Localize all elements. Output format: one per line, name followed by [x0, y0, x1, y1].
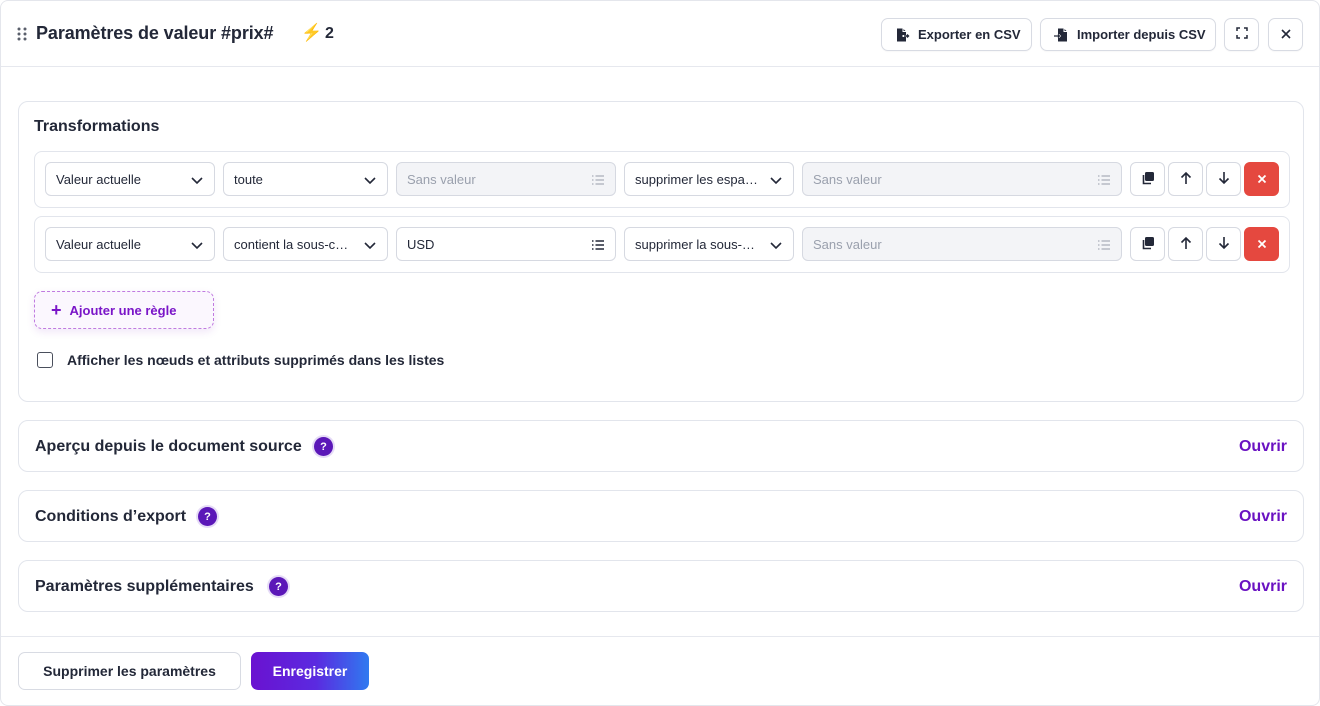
usage-count: 2	[325, 25, 334, 42]
chevron-down-icon	[363, 238, 377, 252]
export-csv-label: Exporter en CSV	[918, 27, 1021, 42]
drag-handle-icon[interactable]	[17, 27, 27, 41]
duplicate-rule-button[interactable]	[1130, 227, 1165, 261]
chevron-down-icon	[190, 238, 204, 252]
condition-value-text: USD	[407, 236, 435, 252]
show-deleted-label[interactable]: Afficher les nœuds et attributs supprimé…	[67, 352, 444, 368]
condition-select-value: toute	[234, 171, 263, 187]
condition-select[interactable]: contient la sous-c…	[223, 227, 388, 261]
export-csv-button[interactable]: Exporter en CSV	[881, 18, 1032, 51]
section-title: Aperçu depuis le document source	[35, 438, 302, 455]
move-up-button[interactable]	[1168, 162, 1203, 196]
modal-footer: Supprimer les paramètres Enregistrer	[1, 636, 1319, 705]
chevron-down-icon	[190, 173, 204, 187]
list-icon	[1097, 238, 1111, 252]
arrow-down-icon	[1218, 171, 1230, 188]
source-select-value: Valeur actuelle	[56, 236, 142, 252]
show-deleted-nodes-option: Afficher les nœuds et attributs supprimé…	[37, 352, 444, 368]
arrow-up-icon	[1180, 171, 1192, 188]
list-icon	[1097, 173, 1111, 187]
duplicate-rule-button[interactable]	[1130, 162, 1165, 196]
arrow-down-icon	[1218, 236, 1230, 253]
transformations-card: Transformations Valeur actuelle toute Sa…	[18, 101, 1304, 402]
close-button[interactable]	[1268, 18, 1303, 51]
modal-title: Paramètres de valeur #prix#	[36, 23, 274, 43]
copy-icon	[1141, 171, 1155, 188]
close-icon	[1257, 171, 1267, 187]
action-select[interactable]: supprimer la sous-…	[624, 227, 794, 261]
section-title: Conditions d’export	[35, 508, 187, 525]
transformation-rule-row: Valeur actuelle contient la sous-c… USD …	[34, 216, 1290, 273]
action-select[interactable]: supprimer les espa…	[624, 162, 794, 196]
list-icon	[591, 173, 605, 187]
plus-icon: +	[51, 300, 62, 320]
import-csv-label: Importer depuis CSV	[1077, 27, 1206, 42]
move-down-button[interactable]	[1206, 162, 1241, 196]
show-deleted-checkbox[interactable]	[37, 352, 53, 368]
transformations-title: Transformations	[34, 118, 160, 135]
copy-icon	[1141, 236, 1155, 253]
condition-select-value: contient la sous-c…	[234, 236, 349, 252]
move-up-button[interactable]	[1168, 227, 1203, 261]
close-icon	[1257, 236, 1267, 252]
move-down-button[interactable]	[1206, 227, 1241, 261]
open-section-link[interactable]: Ouvrir	[1239, 508, 1287, 526]
arrow-up-icon	[1180, 236, 1192, 253]
help-icon[interactable]: ?	[198, 507, 217, 526]
action-value-field: Sans valeur	[802, 227, 1122, 261]
section-additional-settings[interactable]: Paramètres supplémentaires ? Ouvrir	[18, 560, 1304, 612]
action-value-text: Sans valeur	[813, 171, 882, 187]
source-select[interactable]: Valeur actuelle	[45, 162, 215, 196]
source-select-value: Valeur actuelle	[56, 171, 142, 187]
action-value-field: Sans valeur	[802, 162, 1122, 196]
condition-select[interactable]: toute	[223, 162, 388, 196]
condition-value-text: Sans valeur	[407, 171, 476, 187]
chevron-down-icon	[363, 173, 377, 187]
expand-icon	[1235, 27, 1248, 42]
section-title: Paramètres supplémentaires	[35, 578, 254, 595]
add-rule-label: Ajouter une règle	[69, 302, 177, 318]
import-csv-button[interactable]: Importer depuis CSV	[1040, 18, 1216, 51]
action-value-text: Sans valeur	[813, 236, 882, 252]
add-rule-button[interactable]: + Ajouter une règle	[34, 291, 214, 329]
condition-value-field: Sans valeur	[396, 162, 616, 196]
file-import-icon	[1053, 27, 1069, 43]
section-source-preview[interactable]: Aperçu depuis le document source ? Ouvri…	[18, 420, 1304, 472]
value-settings-modal: Paramètres de valeur #prix# ⚡ 2 Exporter…	[0, 0, 1320, 706]
chevron-down-icon	[769, 173, 783, 187]
fullscreen-button[interactable]	[1224, 18, 1259, 51]
list-icon[interactable]	[591, 238, 605, 252]
file-export-icon	[894, 27, 910, 43]
source-select[interactable]: Valeur actuelle	[45, 227, 215, 261]
open-section-link[interactable]: Ouvrir	[1239, 438, 1287, 456]
chevron-down-icon	[769, 238, 783, 252]
close-icon	[1280, 27, 1291, 42]
save-button[interactable]: Enregistrer	[251, 652, 369, 690]
delete-rule-button[interactable]	[1244, 162, 1279, 196]
action-select-value: supprimer les espa…	[635, 171, 758, 187]
modal-header: Paramètres de valeur #prix# ⚡ 2 Exporter…	[1, 1, 1319, 67]
help-icon[interactable]: ?	[269, 577, 288, 596]
delete-settings-button[interactable]: Supprimer les paramètres	[18, 652, 241, 690]
transformation-rule-row: Valeur actuelle toute Sans valeur suppri…	[34, 151, 1290, 208]
delete-rule-button[interactable]	[1244, 227, 1279, 261]
section-export-conditions[interactable]: Conditions d’export ? Ouvrir	[18, 490, 1304, 542]
open-section-link[interactable]: Ouvrir	[1239, 578, 1287, 596]
condition-value-field[interactable]: USD	[396, 227, 616, 261]
lightning-icon: ⚡	[301, 23, 323, 42]
action-select-value: supprimer la sous-…	[635, 236, 755, 252]
help-icon[interactable]: ?	[314, 437, 333, 456]
